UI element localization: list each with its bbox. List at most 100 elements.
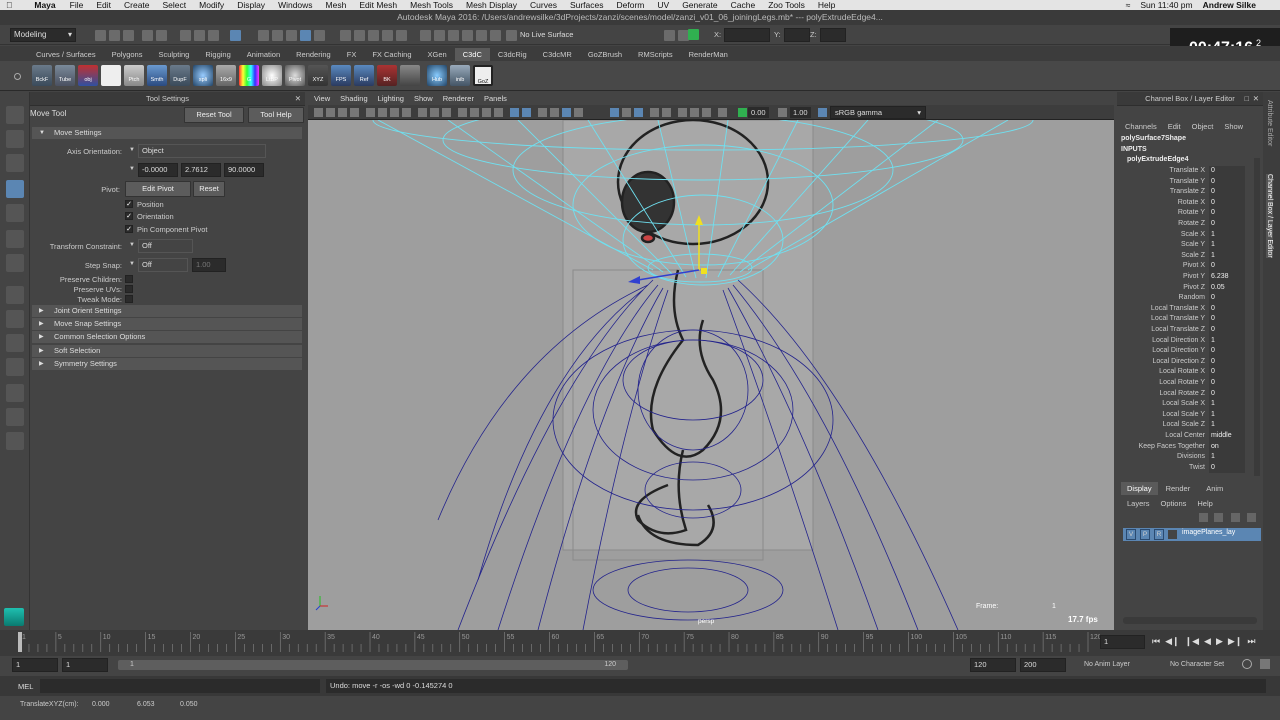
input-output-icon[interactable] [340,30,351,41]
channel-label[interactable]: Twist [1189,463,1205,474]
range-slider-start[interactable]: 1 [130,660,134,670]
shelf-tab-renderman[interactable]: RenderMan [681,48,736,61]
transform-constraint-dropdown[interactable]: Off [138,239,193,253]
channel-row[interactable]: Local Scale Z 1 [1117,420,1263,431]
channel-label[interactable]: Local Direction Z [1152,357,1205,368]
live-surface-icon[interactable] [506,30,517,41]
select-by-type-icon[interactable] [230,30,241,41]
menu-mesh-display[interactable]: Mesh Display [466,0,517,10]
channel-label[interactable]: Local Translate X [1151,304,1205,315]
shelf-icon-smth[interactable]: Smth [147,65,167,86]
channel-label[interactable]: Local Scale Y [1162,410,1205,421]
side-tab-attribute-editor[interactable]: Attribute Editor [1266,100,1273,146]
menu-edit[interactable]: Edit [96,0,111,10]
shelf-settings-icon[interactable] [14,73,21,80]
channel-row[interactable]: Pivot Y 6.238 [1117,272,1263,283]
step-back-frame-icon[interactable]: ❙◀ [1185,636,1199,647]
clock[interactable]: Sun 11:40 pm [1140,0,1192,10]
pin-component-pivot-checkbox[interactable]: ✓ [125,225,133,233]
channel-row[interactable]: Translate Y 0 [1117,176,1263,188]
channel-row[interactable]: Local Rotate Y 0 [1117,378,1263,389]
motion-blur-icon[interactable] [634,108,643,117]
channel-menu-channels[interactable]: Channels [1125,122,1157,131]
channel-label[interactable]: Translate X [1169,166,1205,177]
channel-label[interactable]: Scale Z [1181,251,1205,262]
menu-modify[interactable]: Modify [199,0,224,10]
channel-value[interactable]: 1 [1209,250,1245,262]
channel-value[interactable]: 0 [1209,293,1245,304]
channel-menu-show[interactable]: Show [1224,122,1243,131]
single-view-layout-icon[interactable] [6,286,24,304]
shelf-icon-ref[interactable]: Ref [354,65,374,86]
channel-label[interactable]: Pivot Y [1183,272,1205,283]
custom-layout-icon[interactable] [6,432,24,450]
reset-pivot-button[interactable]: Reset [193,181,225,197]
hypershade-layout-icon[interactable] [6,384,24,402]
channel-row[interactable]: Local Translate Z 0 [1117,325,1263,336]
shelf-tab-rmscripts[interactable]: RMScripts [630,48,681,61]
outliner-layout-icon[interactable] [6,408,24,426]
float-panel-icon[interactable]: □ [1244,92,1249,106]
snap-grid-icon[interactable] [258,30,269,41]
camera-select-icon[interactable] [314,108,323,117]
shelf-tab-fx[interactable]: FX [339,48,365,61]
channel-value[interactable]: 0 [1209,356,1245,368]
channel-label[interactable]: Local Center [1165,431,1205,442]
xray-icon[interactable] [510,108,519,117]
channel-value[interactable]: 0 [1209,208,1245,219]
shelf-icon-dupf[interactable]: DupF [170,65,190,86]
channel-label[interactable]: Translate Y [1170,177,1205,188]
channel-row[interactable]: Local Direction Y 0 [1117,346,1263,357]
menu-mesh-tools[interactable]: Mesh Tools [410,0,453,10]
select-component-icon[interactable] [208,30,219,41]
construction-history-icon[interactable] [354,30,365,41]
channel-value[interactable]: 1 [1209,452,1245,463]
go-to-start-icon[interactable]: ⏮ [1152,636,1160,647]
paint-select-tool-icon[interactable] [6,154,24,172]
shelf-icon-spli[interactable]: spli [193,65,213,86]
channel-value[interactable]: 1 [1209,420,1245,431]
shelf-icon-clock[interactable] [101,65,121,86]
channel-menu-edit[interactable]: Edit [1168,122,1181,131]
menu-windows[interactable]: Windows [278,0,312,10]
channel-label[interactable]: Pivot X [1183,261,1205,272]
menu-select[interactable]: Select [163,0,187,10]
menu-set-dropdown[interactable]: Modeling ▾ [10,28,76,42]
shelf-icon-hub[interactable]: Hub [427,65,447,86]
range-slider-bar[interactable]: 1 120 [118,660,628,670]
channel-row[interactable]: Rotate Z 0 [1117,219,1263,230]
axis-x-field[interactable]: -0.0000 [138,163,178,177]
wifi-icon[interactable]: ≈ [1126,0,1131,10]
image-plane-icon[interactable] [350,108,359,117]
z-field[interactable] [820,28,846,42]
select-tool-icon[interactable] [6,106,24,124]
menu-curves[interactable]: Curves [530,0,557,10]
grid-icon[interactable] [366,108,375,117]
shelf-icon-tube[interactable]: Tube [55,65,75,86]
channel-value[interactable]: 0.05 [1209,282,1245,294]
channel-row[interactable]: Local Rotate X 0 [1117,367,1263,378]
layer-name[interactable]: imagePlanes_lay [1182,529,1235,536]
viewport-menu-renderer[interactable]: Renderer [443,92,474,105]
channel-value[interactable]: 0 [1209,378,1245,389]
snap-view-plane-icon[interactable] [300,30,311,41]
new-scene-icon[interactable] [95,30,106,41]
character-set-dropdown[interactable]: No Character Set [1170,661,1224,668]
color-space-dropdown[interactable]: sRGB gamma ▾ [830,106,926,119]
channel-row[interactable]: Scale X 1 [1117,229,1263,241]
render-icon[interactable] [368,30,379,41]
channel-label[interactable]: Translate Z [1170,187,1205,198]
channel-value[interactable]: 0 [1209,367,1245,378]
menu-cache[interactable]: Cache [731,0,756,10]
menu-mesh[interactable]: Mesh [326,0,347,10]
viewport-menu-shading[interactable]: Shading [340,92,368,105]
preserve-uvs-checkbox[interactable] [125,285,133,293]
hypershade-icon[interactable] [420,30,431,41]
playback-start-field[interactable]: 1 [62,658,108,672]
channel-value[interactable]: 0 [1209,314,1245,325]
channel-value[interactable]: 0 [1209,187,1245,198]
wireframe-icon[interactable] [458,108,467,117]
new-layer-icon[interactable] [1231,513,1240,522]
channel-value[interactable]: 0 [1209,388,1245,400]
wireframe-on-shaded-icon[interactable] [494,108,503,117]
